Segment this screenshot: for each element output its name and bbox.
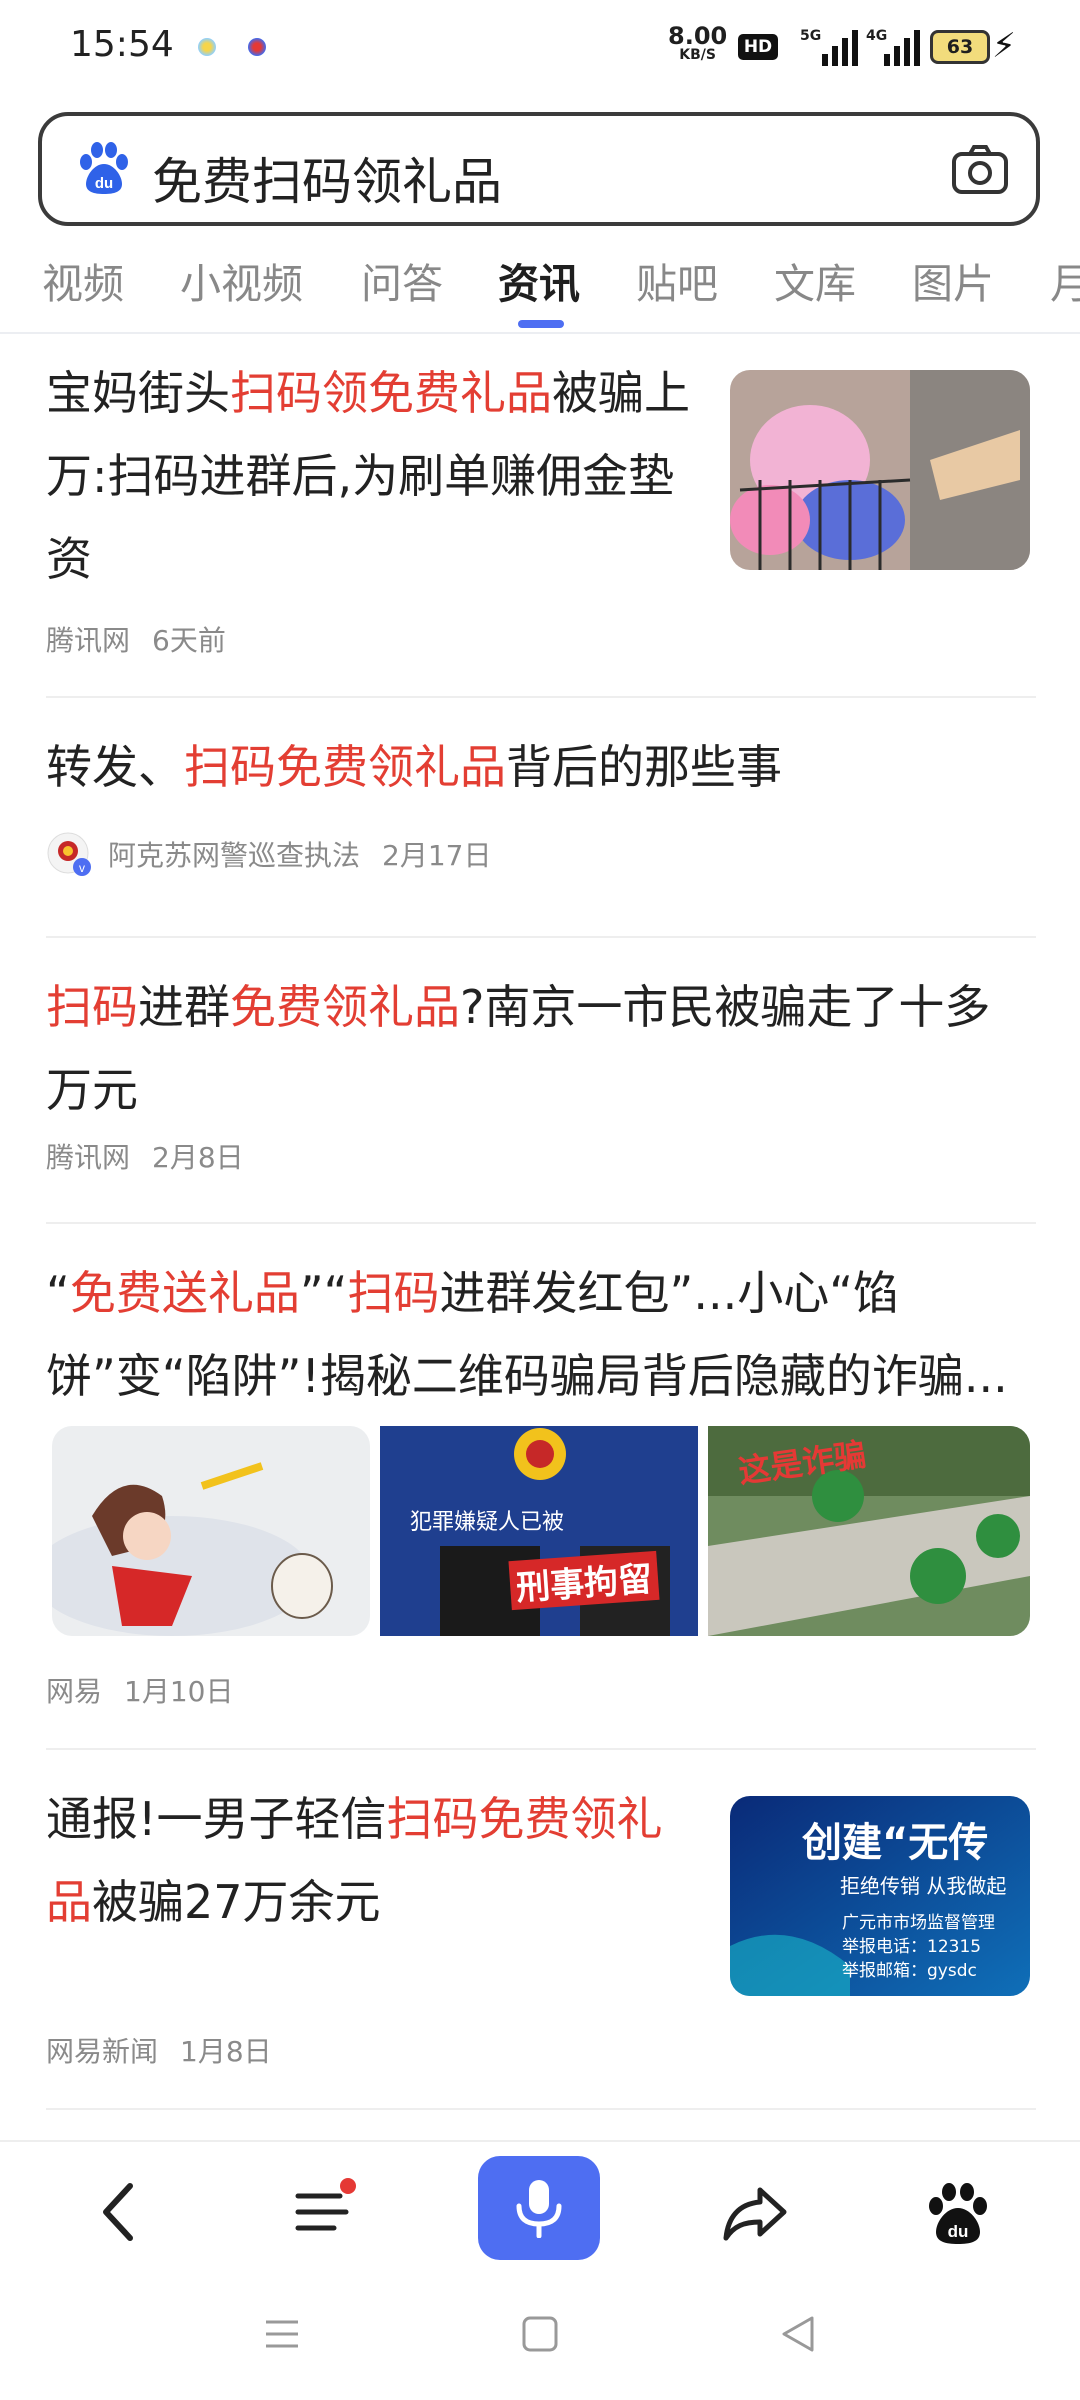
search-bar[interactable]: du 免费扫码领礼品 — [38, 112, 1040, 226]
news-source: 网易 — [46, 1675, 103, 1708]
news-thumbnail[interactable]: 创建“无传 拒绝传销 从我做起 广元市市场监督管理 举报电话：12315 举报邮… — [730, 1796, 1030, 1996]
tab-video[interactable]: 视频 — [42, 250, 124, 310]
news-item[interactable]: 宝妈街头扫码领免费礼品被骗上万:扫码进群后,为刷单赚佣金垫资 腾讯网 6天前 — [46, 352, 696, 659]
news-meta-row: 网易新闻 1月8日 — [46, 2030, 1036, 2070]
news-title[interactable]: 通报!一男子轻信扫码免费领礼品被骗27万余元 — [46, 1778, 696, 1944]
baidu-paw-icon[interactable]: du — [918, 2172, 998, 2252]
voice-search-button[interactable] — [478, 2156, 600, 2260]
image-caption: 刑事拘留 — [508, 1550, 660, 1611]
system-back-icon[interactable] — [778, 2314, 818, 2354]
share-icon[interactable] — [716, 2172, 796, 2252]
news-thumbnail[interactable] — [730, 370, 1030, 570]
news-item[interactable]: “免费送礼品”“扫码进群发红包”...小心“馅饼”变“陷阱”!揭秘二维码骗局背后… — [46, 1252, 1036, 1418]
police-avatar-icon: v — [47, 832, 91, 876]
tab-more[interactable]: 月 — [1050, 250, 1080, 310]
news-time: 2月17日 — [382, 839, 492, 872]
news-item[interactable]: 通报!一男子轻信扫码免费领礼品被骗27万余元 — [46, 1778, 696, 1944]
svg-text:du: du — [948, 2222, 969, 2241]
svg-text:du: du — [95, 175, 113, 192]
baidu-paw-icon: du — [80, 142, 128, 194]
status-bar: 15:54 8.00 KB/S HD 5G 4G 63 ⚡ — [0, 0, 1080, 100]
network-type-5g: 5G — [800, 28, 822, 44]
active-tab-indicator — [518, 320, 564, 328]
divider — [46, 936, 1036, 938]
signal-icon — [884, 30, 920, 66]
menu-icon[interactable] — [282, 2172, 362, 2252]
news-time: 1月8日 — [180, 2035, 272, 2068]
notification-icon — [198, 38, 216, 56]
tab-short-video[interactable]: 小视频 — [180, 250, 303, 310]
news-source: 腾讯网 — [46, 1141, 131, 1174]
tab-news[interactable]: 资讯 — [498, 250, 580, 310]
news-image[interactable] — [52, 1426, 370, 1636]
news-meta: 网易新闻 1月8日 — [46, 2030, 1036, 2070]
image-caption: 举报电话：12315 — [842, 1937, 982, 1957]
notification-icon — [248, 38, 266, 56]
news-meta: 腾讯网 6天前 — [46, 619, 696, 659]
image-caption: 拒绝传销 从我做起 — [840, 1874, 1007, 1898]
tab-wenku[interactable]: 文库 — [774, 250, 856, 310]
divider — [46, 1222, 1036, 1224]
news-time: 6天前 — [152, 624, 226, 657]
news-item[interactable]: 转发、扫码免费领礼品背后的那些事 v 阿克苏网警巡查执法 2月17日 — [46, 726, 1036, 877]
tab-qa[interactable]: 问答 — [361, 250, 443, 310]
news-title[interactable]: 转发、扫码免费领礼品背后的那些事 — [46, 726, 1036, 809]
news-image[interactable]: 这是诈骗 — [708, 1426, 1030, 1636]
news-title[interactable]: “免费送礼品”“扫码进群发红包”...小心“馅饼”变“陷阱”!揭秘二维码骗局背后… — [46, 1252, 1036, 1418]
news-time: 2月8日 — [152, 1141, 244, 1174]
status-time: 15:54 — [70, 24, 174, 65]
bottom-nav: du — [0, 2140, 1080, 2270]
battery-icon: 63 — [930, 30, 990, 64]
news-source: 阿克苏网警巡查执法 — [108, 839, 361, 872]
news-image[interactable]: 犯罪嫌疑人已被 刑事拘留 — [380, 1426, 698, 1636]
divider — [46, 696, 1036, 698]
divider — [46, 1748, 1036, 1750]
news-source: 网易新闻 — [46, 2035, 159, 2068]
image-caption: 创建“无传 — [802, 1820, 989, 1866]
back-icon[interactable] — [80, 2172, 160, 2252]
news-meta-row: 网易 1月10日 — [46, 1670, 1036, 1710]
news-meta: 网易 1月10日 — [46, 1670, 1036, 1710]
camera-icon[interactable] — [950, 142, 1010, 198]
home-icon[interactable] — [520, 2314, 560, 2354]
charging-icon: ⚡ — [992, 26, 1016, 66]
search-input[interactable]: 免费扫码领礼品 — [152, 142, 502, 214]
svg-text:v: v — [79, 861, 85, 875]
network-speed: 8.00 KB/S — [668, 22, 728, 63]
news-title[interactable]: 扫码进群免费领礼品?南京一市民被骗走了十多万元 — [46, 966, 1036, 1132]
tab-tieba[interactable]: 贴吧 — [636, 250, 718, 310]
divider — [0, 332, 1080, 334]
news-title[interactable]: 宝妈街头扫码领免费礼品被骗上万:扫码进群后,为刷单赚佣金垫资 — [46, 352, 696, 601]
divider — [46, 2108, 1036, 2110]
news-meta: 腾讯网 2月8日 — [46, 1136, 1036, 1176]
hd-icon: HD — [738, 34, 778, 60]
news-meta: v 阿克苏网警巡查执法 2月17日 — [46, 831, 1036, 877]
image-caption: 举报邮箱：gysdc — [842, 1961, 977, 1981]
news-item[interactable]: 扫码进群免费领礼品?南京一市民被骗走了十多万元 腾讯网 2月8日 — [46, 966, 1036, 1176]
signal-icon — [822, 30, 858, 66]
news-time: 1月10日 — [124, 1675, 234, 1708]
image-caption: 犯罪嫌疑人已被 — [410, 1510, 565, 1535]
system-navigation-bar — [0, 2290, 1080, 2380]
recent-apps-icon[interactable] — [262, 2314, 302, 2354]
microphone-icon — [516, 2180, 562, 2238]
image-caption: 广元市市场监督管理 — [842, 1913, 995, 1933]
news-source: 腾讯网 — [46, 624, 131, 657]
tab-images[interactable]: 图片 — [912, 250, 994, 310]
